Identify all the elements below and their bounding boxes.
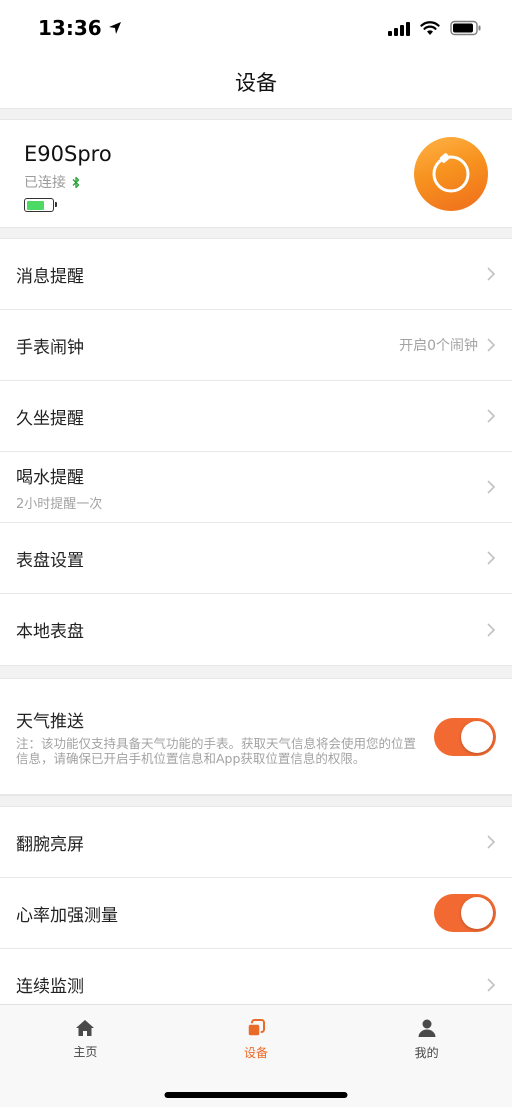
status-time: 13:36 [38, 16, 122, 40]
menu-item-drink-water-reminder[interactable]: 喝水提醒 2小时提醒一次 [0, 452, 512, 523]
menu-item-label: 心率加强测量 [16, 905, 118, 926]
menu-item-label: 喝水提醒 [16, 467, 84, 488]
row-right [486, 550, 496, 566]
alarm-count-value: 开启0个闹钟 [399, 338, 478, 354]
chevron-right-icon [487, 267, 496, 281]
tab-mine[interactable]: 我的 [341, 1005, 512, 1073]
cellular-signal-icon [388, 20, 410, 36]
tab-label: 主页 [73, 1044, 98, 1059]
device-battery-icon [24, 198, 57, 212]
tab-device[interactable]: 设备 [171, 1005, 342, 1073]
chevron-right-icon [487, 622, 496, 637]
menu-item-watch-alarm[interactable]: 手表闹钟 开启0个闹钟 [0, 310, 512, 381]
toggle-knob [461, 897, 493, 929]
menu-item-message-reminder[interactable]: 消息提醒 [0, 239, 512, 310]
menu-item-label: 表盘设置 [16, 550, 84, 571]
wifi-icon [420, 21, 440, 35]
menu-item-label: 翻腕亮屏 [16, 834, 84, 855]
chevron-right-icon [487, 338, 496, 352]
device-icon [247, 1018, 265, 1037]
row-right [486, 266, 496, 282]
chevron-right-icon [487, 551, 496, 565]
section-divider [0, 108, 512, 120]
device-card[interactable]: E90Spro 已连接 [0, 120, 512, 227]
weather-note: 注：该功能仅支持具备天气功能的手表。获取天气信息将会使用您的位置信息，请确保已开… [16, 736, 417, 766]
tab-label: 我的 [414, 1045, 439, 1060]
section-divider [0, 227, 512, 239]
menu-item-label: 连续监测 [16, 977, 84, 997]
heart-rate-toggle[interactable] [434, 894, 496, 932]
tabs: 主页 设备 我的 [0, 1005, 512, 1073]
menu-item-local-watch-face[interactable]: 本地表盘 [0, 594, 512, 665]
menu-item-subtitle: 2小时提醒一次 [16, 496, 103, 512]
chevron-right-icon [487, 480, 496, 494]
section-divider [0, 795, 512, 807]
settings-list-secondary: 翻腕亮屏 心率加强测量 连续监测 [0, 807, 512, 1020]
chevron-right-icon [487, 977, 496, 992]
settings-list-main: 消息提醒 手表闹钟 开启0个闹钟 久坐提醒 喝水提醒 2小时提醒一次 表盘设置 … [0, 239, 512, 665]
toggle-knob [461, 720, 493, 753]
section-divider [0, 665, 512, 679]
row-right [486, 977, 496, 993]
page-title: 设备 [235, 71, 277, 95]
tab-home[interactable]: 主页 [0, 1005, 171, 1073]
battery-status-icon [450, 20, 481, 36]
watch-icon [432, 153, 470, 193]
connection-status-text: 已连接 [24, 175, 66, 191]
row-text: 天气推送 注：该功能仅支持具备天气功能的手表。获取天气信息将会使用您的位置信息，… [16, 707, 426, 766]
menu-item-label: 本地表盘 [16, 622, 84, 642]
home-icon [76, 1019, 95, 1036]
chevron-right-icon [487, 835, 496, 849]
menu-item-label: 天气推送 [16, 712, 84, 732]
row-right [486, 479, 496, 495]
location-arrow-icon [108, 22, 121, 34]
watch-avatar[interactable] [414, 137, 488, 211]
menu-item-watch-face-settings[interactable]: 表盘设置 [0, 523, 512, 594]
row-right [486, 408, 496, 424]
status-bar: 13:36 [0, 0, 512, 56]
menu-item-label: 消息提醒 [16, 266, 84, 287]
menu-item-raise-to-wake[interactable]: 翻腕亮屏 [0, 807, 512, 878]
menu-item-weather-push: 天气推送 注：该功能仅支持具备天气功能的手表。获取天气信息将会使用您的位置信息，… [0, 679, 512, 795]
menu-item-sedentary-reminder[interactable]: 久坐提醒 [0, 381, 512, 452]
row-right [486, 622, 496, 638]
menu-item-label: 手表闹钟 [16, 337, 84, 358]
person-icon [418, 1019, 436, 1037]
status-icons [388, 20, 482, 36]
home-indicator [164, 1092, 348, 1098]
chevron-right-icon [487, 409, 496, 423]
tab-bar: 主页 设备 我的 [0, 1004, 512, 1107]
battery-level-fill [26, 200, 44, 210]
bluetooth-icon [72, 176, 80, 188]
clock-text: 13:36 [38, 16, 102, 40]
row-text: 喝水提醒 2小时提醒一次 [16, 463, 102, 512]
tab-label: 设备 [244, 1045, 269, 1060]
menu-item-label: 久坐提醒 [16, 408, 84, 429]
row-right [486, 834, 496, 850]
row-right: 开启0个闹钟 [399, 335, 496, 355]
weather-push-toggle[interactable] [434, 717, 496, 756]
menu-item-heart-rate-enhanced: 心率加强测量 [0, 878, 512, 949]
